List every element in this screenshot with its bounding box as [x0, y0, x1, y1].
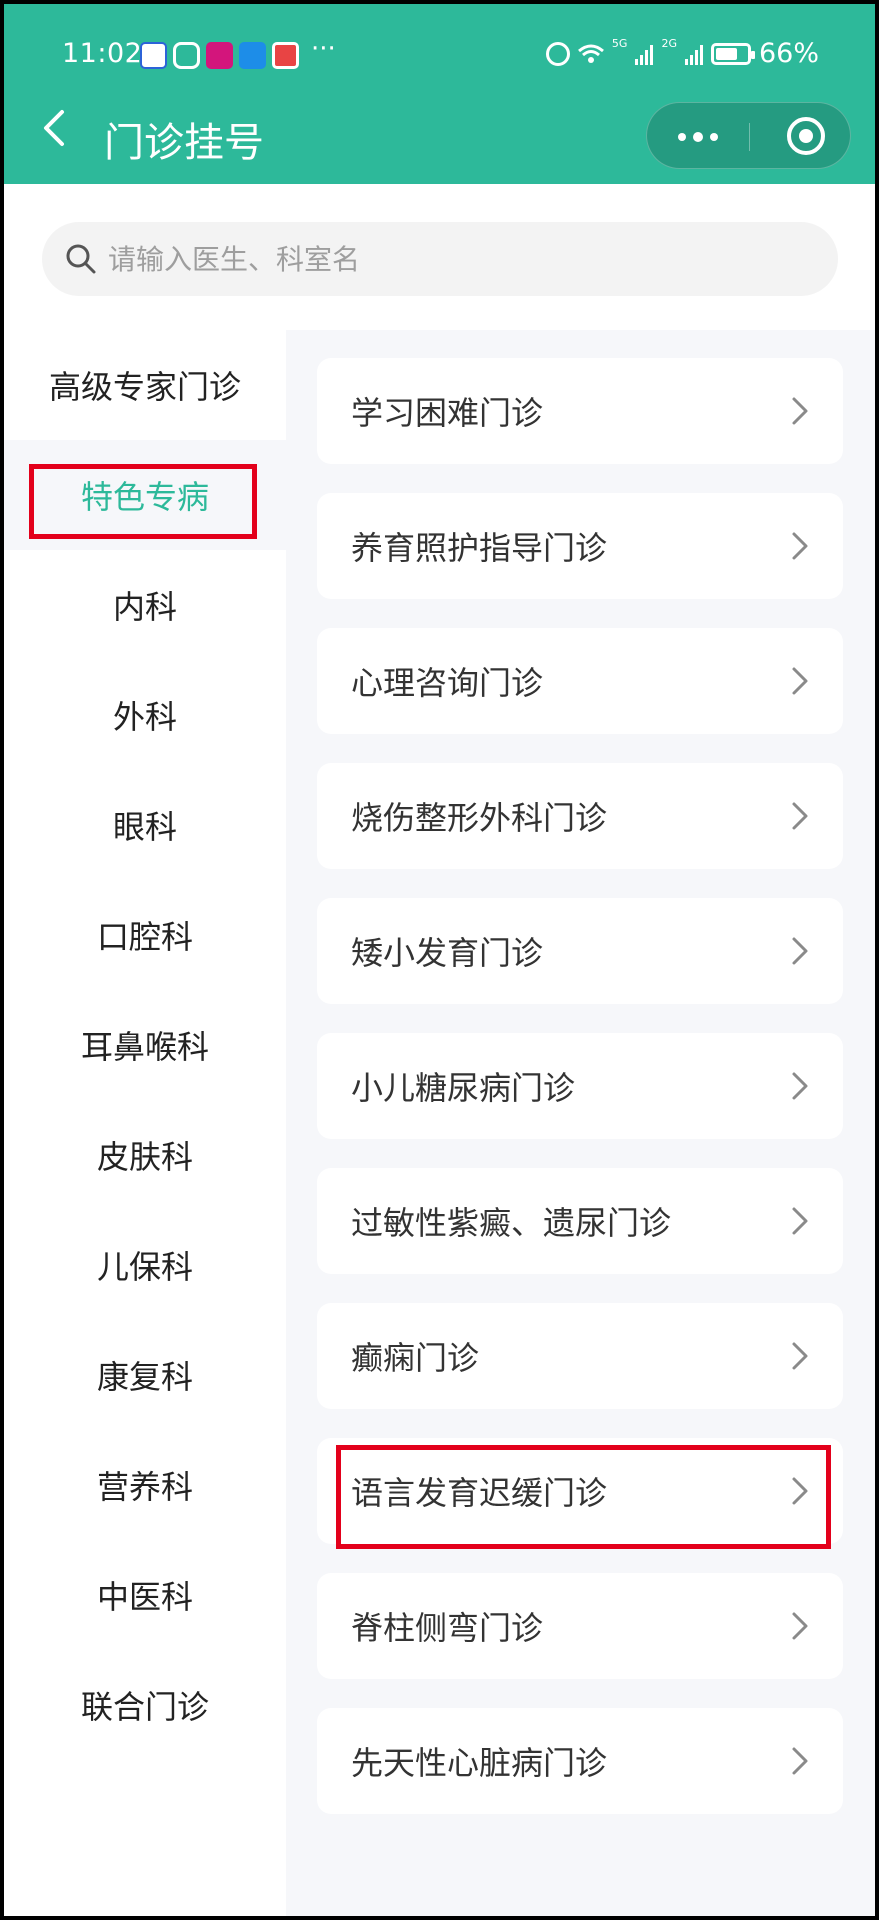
- clinic-label: 先天性心脏病门诊: [351, 1744, 608, 1782]
- network-tag-2g: 2G: [661, 37, 677, 50]
- page-title: 门诊挂号: [104, 120, 264, 166]
- category-label: 内科: [112, 588, 177, 626]
- status-app-icons: [140, 42, 299, 69]
- back-button[interactable]: [40, 108, 80, 158]
- clinic-item[interactable]: 学习困难门诊: [317, 358, 843, 464]
- clinic-label: 养育照护指导门诊: [351, 529, 608, 567]
- category-list: 高级专家门诊 特色专病 内科 外科 眼科 口腔科 耳鼻喉科 皮肤科 儿保科 康复科 营养科 中医科 联合…: [4, 330, 286, 1760]
- clinic-item[interactable]: 烧伤整形外科门诊: [317, 763, 843, 869]
- category-label: 康复科: [96, 1358, 193, 1396]
- more-button[interactable]: [647, 103, 749, 170]
- clinic-item[interactable]: 先天性心脏病门诊: [317, 1708, 843, 1814]
- clinic-item[interactable]: 养育照护指导门诊: [317, 493, 843, 599]
- category-label: 皮肤科: [96, 1138, 193, 1176]
- category-item[interactable]: 外科: [4, 660, 286, 770]
- chevron-right-icon: [792, 532, 808, 560]
- category-item[interactable]: 皮肤科: [4, 1100, 286, 1210]
- clinic-label: 心理咨询门诊: [351, 664, 544, 702]
- search-bar[interactable]: [42, 222, 838, 296]
- category-item[interactable]: 内科: [4, 550, 286, 660]
- category-label: 儿保科: [96, 1248, 193, 1286]
- category-label: 外科: [112, 698, 177, 736]
- category-label: 口腔科: [96, 918, 193, 956]
- capsule-divider: [749, 123, 750, 151]
- clinic-item[interactable]: 过敏性紫癜、遗尿门诊: [317, 1168, 843, 1274]
- network-tag-5g: 5G: [611, 37, 628, 50]
- clinic-label: 矮小发育门诊: [351, 934, 544, 972]
- chevron-right-icon: [792, 937, 808, 965]
- red-app-icon: [272, 42, 299, 69]
- search-input[interactable]: [108, 232, 808, 286]
- battery-fill: [715, 47, 737, 60]
- battery-percent: 66%: [758, 38, 819, 69]
- clinic-label: 小儿糖尿病门诊: [351, 1069, 576, 1107]
- clinic-item[interactable]: 矮小发育门诊: [317, 898, 843, 1004]
- category-item[interactable]: 高级专家门诊: [4, 330, 286, 440]
- status-more: ···: [311, 34, 336, 64]
- category-label: 营养科: [96, 1468, 193, 1506]
- category-label: 中医科: [96, 1578, 193, 1616]
- category-item[interactable]: 联合门诊: [4, 1650, 286, 1760]
- category-item[interactable]: 中医科: [4, 1540, 286, 1650]
- clinic-item[interactable]: 心理咨询门诊: [317, 628, 843, 734]
- chevron-right-icon: [792, 397, 808, 425]
- category-label: 高级专家门诊: [48, 368, 241, 406]
- more-dots-icon-center: [693, 131, 703, 142]
- category-label: 眼科: [112, 808, 177, 846]
- chevron-right-icon: [792, 667, 808, 695]
- clinic-label: 学习困难门诊: [351, 394, 544, 432]
- category-label: 耳鼻喉科: [80, 1028, 209, 1066]
- chevron-left-icon: [44, 110, 64, 146]
- close-miniprogram-button[interactable]: [787, 117, 825, 155]
- screen: 11:02 ··· 5G 2G 66% 门诊挂号 请输入医生、科室名 高级专家门…: [4, 4, 875, 1916]
- chevron-right-icon: [792, 1207, 808, 1235]
- annotation-highlight-category: [29, 464, 257, 539]
- chevron-right-icon: [792, 802, 808, 830]
- category-item[interactable]: 营养科: [4, 1430, 286, 1540]
- clinic-label: 过敏性紫癜、遗尿门诊: [351, 1204, 672, 1242]
- more-dots-icon: [678, 132, 686, 141]
- signal-icon: [635, 43, 654, 65]
- chevron-right-icon: [792, 1612, 808, 1640]
- clinic-list: 学习困难门诊养育照护指导门诊 心理咨询门诊烧伤整形外科门诊 矮小发育门诊 小儿糖尿病门…: [317, 358, 843, 1843]
- category-item[interactable]: 耳鼻喉科: [4, 990, 286, 1100]
- clinic-label: 癫痫门诊: [351, 1339, 480, 1377]
- baidu-icon: [140, 42, 167, 69]
- status-right: 5G 2G 66%: [545, 37, 819, 69]
- signal-icon-2: [684, 43, 703, 65]
- blue-app-icon: [239, 42, 266, 69]
- battery-icon: [710, 42, 755, 65]
- category-item[interactable]: 口腔科: [4, 880, 286, 990]
- alarm-icon: [545, 41, 570, 66]
- annotation-highlight-clinic: [336, 1445, 831, 1549]
- clinic-item[interactable]: 脊柱侧弯门诊: [317, 1573, 843, 1679]
- clinic-item[interactable]: 癫痫门诊: [317, 1303, 843, 1409]
- category-item[interactable]: 儿保科: [4, 1210, 286, 1320]
- more-dots-icon-end: [710, 132, 718, 141]
- category-item[interactable]: 眼科: [4, 770, 286, 880]
- miniprogram-capsule: [646, 102, 851, 169]
- category-label: 联合门诊: [80, 1688, 209, 1726]
- chevron-right-icon: [792, 1747, 808, 1775]
- chevron-right-icon: [792, 1072, 808, 1100]
- wifi-icon: [577, 44, 604, 63]
- clinic-label: 脊柱侧弯门诊: [351, 1609, 544, 1647]
- clinic-item[interactable]: 小儿糖尿病门诊: [317, 1033, 843, 1139]
- clinic-label: 烧伤整形外科门诊: [351, 799, 608, 837]
- category-item[interactable]: 康复科: [4, 1320, 286, 1430]
- chevron-right-icon: [792, 1342, 808, 1370]
- pink-app-icon: [206, 42, 233, 69]
- shield-icon: [173, 42, 200, 69]
- status-time: 11:02: [62, 38, 143, 69]
- header: 11:02 ··· 5G 2G 66% 门诊挂号: [4, 4, 875, 184]
- clinic-panel: 学习困难门诊养育照护指导门诊 心理咨询门诊烧伤整形外科门诊 矮小发育门诊 小儿糖尿病门…: [286, 330, 875, 1916]
- search-icon: [66, 244, 96, 274]
